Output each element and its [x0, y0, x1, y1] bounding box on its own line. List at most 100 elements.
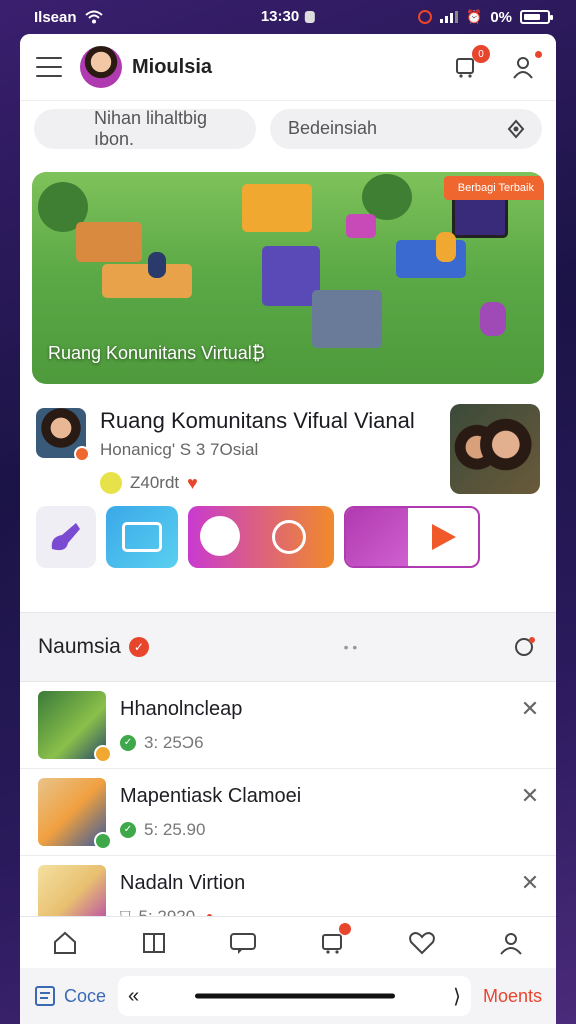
community-title: Ruang Komunitans Vifual Vianal [100, 408, 415, 433]
profile-button[interactable] [508, 51, 542, 83]
stage-block [312, 290, 382, 348]
check-icon: ✓ [120, 734, 136, 751]
play-arrow-icon [432, 524, 456, 550]
brush-app-tile[interactable] [36, 506, 96, 568]
tab-library[interactable] [134, 923, 174, 963]
settings-icon[interactable] [512, 634, 538, 660]
search-input[interactable]: Nihan lihaltbig ıbon. [34, 108, 256, 149]
section-header: Naumsia ✓ • • [20, 612, 556, 682]
video-app-tile[interactable] [344, 506, 480, 568]
chat-bubble-icon [230, 932, 257, 954]
clock: 13:30 [260, 8, 300, 25]
app-window: Mioulsia 0 Nihan lihaltbig ıbon. Bedeins… [20, 34, 556, 1024]
battery-label: 0% [490, 8, 512, 26]
item-thumbnail [38, 778, 112, 850]
section-title: Naumsia [38, 635, 121, 658]
tab-bar [20, 916, 556, 968]
banner-container: Berbagi Terbaik Ruang Konunitans Virtual… [20, 156, 556, 398]
tab-favorites[interactable] [402, 923, 442, 963]
item-time: 3: 25Ɔ6 [144, 732, 204, 752]
battery-icon [520, 10, 553, 24]
community-card[interactable]: Ruang Komunitans Vifual Vianal Honanicg'… [20, 398, 556, 612]
profile-dot [535, 51, 542, 58]
heart-icon[interactable]: ♥ [187, 473, 198, 494]
brush-icon [51, 523, 80, 551]
community-photo[interactable] [450, 404, 540, 494]
banner-caption: Ruang Konunitans Virtual₿ [48, 343, 266, 363]
refresh-icon [272, 520, 306, 554]
item-thumbnail [38, 691, 112, 763]
notification-icon [305, 10, 316, 23]
item-title: Hhanolncleap [120, 697, 243, 720]
alarm-icon: ⏰ [466, 9, 483, 24]
tab-home[interactable] [45, 923, 85, 963]
reaction-count: Z40rdt [130, 473, 180, 492]
home-icon [53, 931, 76, 954]
notification-list: Hhanolncleap ✓ 3: 25Ɔ6 ✕ Mapentiask Clamo… [20, 682, 556, 943]
avatar-figure [480, 302, 506, 336]
stage-block [102, 264, 192, 298]
book-icon [142, 932, 165, 953]
chat-icon [122, 522, 162, 552]
pet-app-tile[interactable] [188, 506, 334, 568]
close-icon[interactable]: ✕ [518, 783, 542, 809]
hero-banner[interactable]: Berbagi Terbaik Ruang Konunitans Virtual… [32, 172, 544, 384]
app-tiles [36, 506, 540, 568]
smile-icon [100, 472, 122, 494]
heart-outline-icon [409, 931, 435, 954]
search-row: Nihan lihaltbig ıbon. Bedeinsiah [20, 100, 556, 156]
item-time: 5: 25.90 [144, 819, 206, 839]
badge-icon [94, 745, 112, 763]
list-item[interactable]: Hhanolncleap ✓ 3: 25Ɔ6 ✕ [20, 682, 556, 769]
signal-icon [440, 11, 459, 23]
cart-badge: 0 [472, 45, 490, 63]
play-icon [346, 508, 408, 566]
list-item[interactable]: Mapentiask Clamoei ✓ 5: 25.90 ✕ [20, 769, 556, 856]
page-title: Mioulsia [132, 55, 213, 78]
cart-dot [338, 922, 351, 935]
check-icon: ✓ [120, 821, 136, 838]
ribbon-label: Berbagi Terbaik [443, 176, 544, 200]
tab-cart[interactable] [313, 922, 353, 963]
code-button[interactable]: Coce [34, 985, 106, 1007]
carrier-label: Ilsean [34, 8, 77, 26]
cart-button[interactable]: 0 [450, 45, 490, 83]
home-indicator[interactable] [194, 993, 395, 999]
stage-block [242, 184, 312, 232]
gift-block [346, 214, 376, 238]
record-icon [418, 10, 433, 24]
user-icon [500, 932, 523, 955]
top-bar: Mioulsia 0 [20, 34, 556, 100]
stage-block [76, 222, 142, 262]
back-button[interactable]: « [128, 985, 139, 1008]
status-bar: Ilsean 13:30 ⏰ 0% [0, 0, 576, 34]
tab-profile[interactable] [491, 923, 531, 963]
avatar-figure [436, 232, 456, 262]
verified-badge-icon: ✓ [128, 637, 149, 657]
avatar[interactable] [80, 46, 122, 88]
filter-input[interactable]: Bedeinsiah [270, 108, 542, 149]
pet-icon [200, 516, 240, 556]
forward-button[interactable]: ⟩ [453, 984, 461, 1009]
pager-dots: • • [343, 639, 358, 655]
close-icon[interactable]: ✕ [518, 870, 542, 896]
moments-link[interactable]: Moents [483, 986, 542, 1007]
user-icon [513, 57, 533, 79]
filter-input-label: Bedeinsiah [288, 118, 378, 138]
document-icon [35, 986, 55, 1006]
menu-icon[interactable] [36, 57, 62, 77]
bottom-bar: Coce « ⟩ Moents [20, 968, 556, 1024]
close-icon[interactable]: ✕ [518, 696, 542, 722]
wifi-icon [84, 10, 103, 24]
avatar-figure [148, 252, 166, 278]
item-title: Nadaln Virtion [120, 871, 246, 894]
community-avatar[interactable] [36, 408, 90, 462]
location-icon [507, 118, 525, 139]
code-label: Coce [64, 985, 107, 1006]
verified-icon [74, 446, 90, 462]
tab-chat[interactable] [223, 923, 263, 963]
chat-app-tile[interactable] [106, 506, 178, 568]
badge-icon [94, 832, 112, 850]
navigation-bar: « ⟩ [118, 976, 471, 1016]
community-subtitle: Honanicg' S 3 7Osial [100, 440, 259, 459]
